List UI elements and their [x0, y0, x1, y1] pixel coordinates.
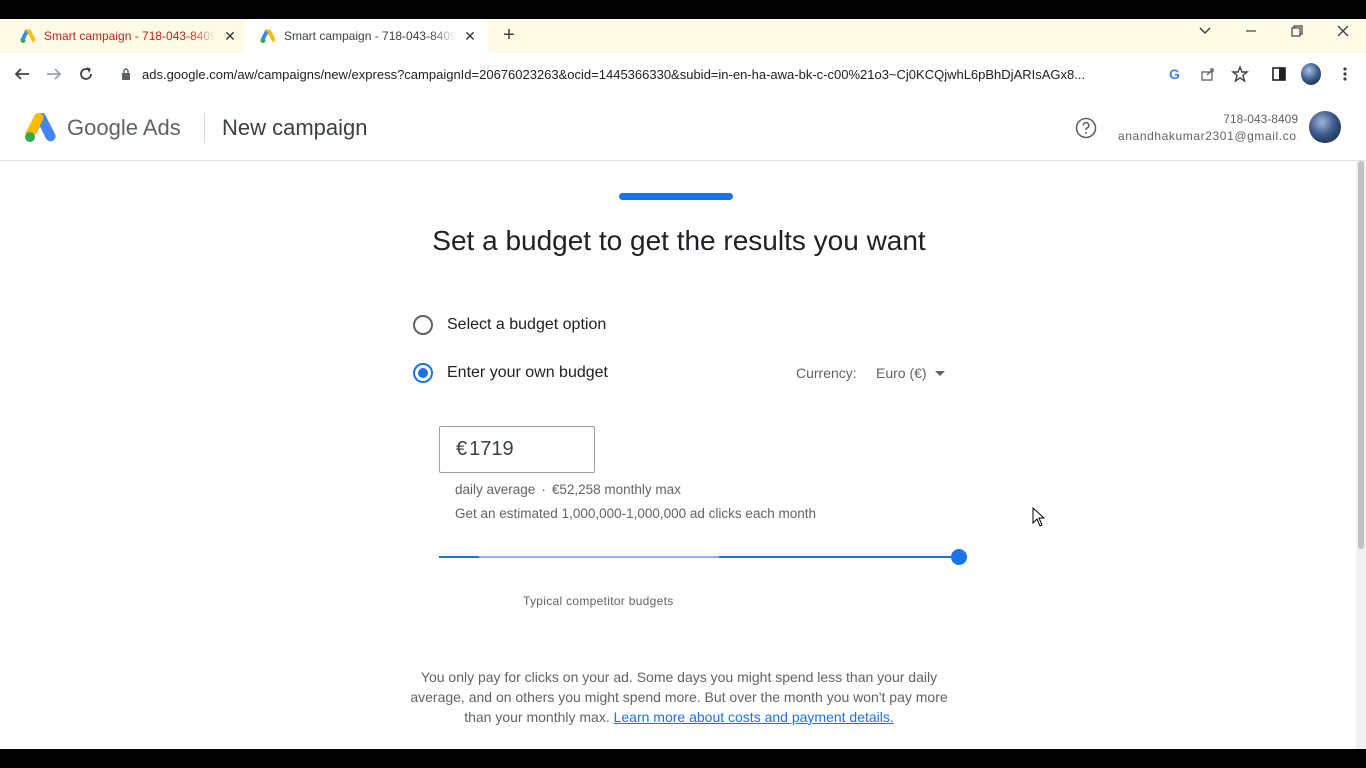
scrollbar-thumb[interactable]	[1358, 161, 1364, 549]
screen-bottom-border	[0, 749, 1366, 768]
tab-strip: Smart campaign - 718-043-8409 ✕ Smart ca…	[0, 19, 1366, 53]
lock-icon	[122, 68, 130, 80]
radio-label-enter-own-budget[interactable]: Enter your own budget	[447, 364, 608, 382]
currency-dropdown[interactable]: Euro (€)	[876, 365, 945, 381]
competitor-budgets-label: Typical competitor budgets	[523, 594, 674, 608]
separator: ·	[541, 482, 546, 497]
app-header: Google Ads New campaign 718-043-8409 ana…	[0, 95, 1366, 161]
reload-icon[interactable]	[76, 64, 96, 84]
restore-icon[interactable]	[1287, 24, 1307, 42]
tab-search-icon[interactable]	[1195, 24, 1215, 42]
minimize-icon[interactable]	[1241, 24, 1261, 42]
svg-text:G: G	[1169, 66, 1180, 82]
address-bar[interactable]: ads.google.com/aw/campaigns/new/express?…	[120, 66, 1155, 82]
tab-title: Smart campaign - 718-043-8409	[284, 29, 456, 43]
browser-tab-1[interactable]: Smart campaign - 718-043-8409 ✕	[0, 19, 244, 53]
budget-note: daily average · €52,258 monthly max	[455, 482, 681, 497]
browser-toolbar: ads.google.com/aw/campaigns/new/express?…	[0, 53, 1366, 95]
back-icon[interactable]	[12, 64, 32, 84]
browser-tab-2[interactable]: Smart campaign - 718-043-8409 ✕	[244, 19, 488, 53]
brand-ads: Ads	[142, 115, 181, 140]
page-content: Google Ads New campaign 718-043-8409 ana…	[0, 95, 1366, 749]
radio-label-select-budget-option[interactable]: Select a budget option	[447, 316, 606, 334]
forward-icon[interactable]	[44, 64, 64, 84]
page-headline: Set a budget to get the results you want	[432, 225, 926, 256]
account-id[interactable]: 718-043-8409	[1223, 112, 1298, 126]
currency-label: Currency:	[796, 365, 857, 381]
payment-note: You only pay for clicks on your ad. Some…	[408, 667, 950, 727]
google-ads-logo[interactable]	[24, 113, 56, 143]
slider-handle[interactable]	[951, 549, 967, 565]
mouse-cursor-icon	[1032, 507, 1046, 527]
help-icon[interactable]	[1075, 117, 1097, 139]
radio-enter-own-budget[interactable]	[413, 363, 433, 383]
profile-avatar-icon[interactable]	[1301, 63, 1321, 85]
close-icon[interactable]: ✕	[222, 28, 238, 44]
budget-input[interactable]: € 1719	[439, 426, 595, 473]
header-divider	[204, 113, 205, 143]
monthly-max: €52,258 monthly max	[551, 482, 681, 497]
chevron-down-icon	[934, 370, 945, 376]
click-estimate: Get an estimated 1,000,000-1,000,000 ad …	[455, 506, 816, 521]
budget-slider[interactable]	[439, 549, 967, 565]
currency-value: Euro (€)	[876, 365, 927, 381]
avatar[interactable]	[1309, 111, 1341, 143]
currency-symbol: €	[456, 438, 468, 460]
competitor-range	[479, 556, 719, 558]
learn-more-link[interactable]: Learn more about costs and payment detai…	[614, 709, 894, 725]
tab-title: Smart campaign - 718-043-8409	[44, 29, 216, 43]
daily-average-label: daily average	[455, 482, 536, 497]
budget-value: 1719	[469, 438, 514, 460]
menu-icon[interactable]	[1335, 64, 1355, 84]
radio-select-budget-option[interactable]	[413, 315, 433, 335]
brand-google: Google	[67, 115, 138, 140]
account-email[interactable]: anandhakumar2301@gmail.co...	[1118, 129, 1298, 143]
sidepanel-icon[interactable]	[1269, 64, 1289, 84]
step-progress-indicator	[619, 193, 733, 200]
brand-name[interactable]: Google Ads	[67, 115, 181, 141]
screen-top-border	[0, 0, 1366, 19]
plus-icon[interactable]: +	[499, 25, 519, 45]
google-ads-favicon-icon	[20, 29, 36, 43]
url-text: ads.google.com/aw/campaigns/new/express?…	[142, 66, 1086, 82]
google-ads-favicon-icon	[260, 29, 276, 43]
share-icon[interactable]	[1198, 64, 1218, 84]
close-icon[interactable]: ✕	[462, 28, 478, 44]
star-icon[interactable]	[1230, 64, 1250, 84]
google-lens-icon[interactable]: G	[1166, 64, 1186, 84]
window-close-icon[interactable]	[1333, 24, 1353, 42]
page-title: New campaign	[222, 115, 368, 140]
